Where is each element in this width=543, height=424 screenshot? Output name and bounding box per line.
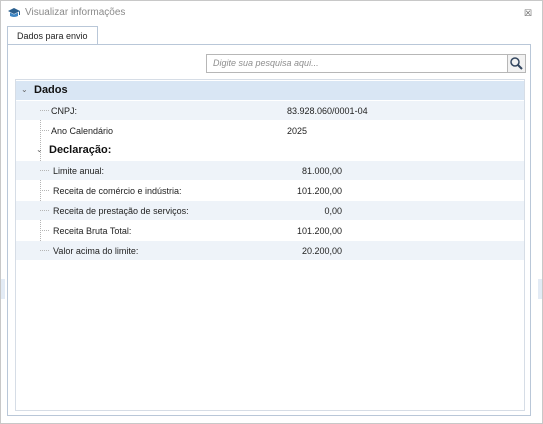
tree-group-dados[interactable]: ⌄ Dados <box>16 81 524 100</box>
row-label: Valor acima do limite: <box>53 246 139 256</box>
tree-branch <box>40 110 49 111</box>
tab-dados-para-envio[interactable]: Dados para envio <box>7 26 98 45</box>
tree-branch <box>40 130 49 131</box>
window-title: Visualizar informações <box>25 7 126 18</box>
app-icon <box>7 6 21 20</box>
tree-branch <box>40 230 49 231</box>
tree-row-receita-servicos[interactable]: Receita de prestação de serviços: 0,00 <box>16 201 524 220</box>
row-label: Ano Calendário <box>51 126 114 136</box>
tree-row-cnpj[interactable]: CNPJ: 83.928.060/0001-04 <box>16 101 524 120</box>
tree-branch <box>40 170 49 171</box>
search-icon <box>510 57 523 70</box>
tree-row-valor-acima-limite[interactable]: Valor acima do limite: 20.200,00 <box>16 241 524 260</box>
row-label: Receita de prestação de serviços: <box>53 206 189 216</box>
tab-panel: ⌄ Dados CNPJ: 83.928.060/0001-04 Ano Cal… <box>7 44 531 416</box>
row-label: Receita de comércio e indústria: <box>53 186 182 196</box>
row-value: 83.928.060/0001-04 <box>287 106 368 116</box>
right-edge-marker <box>538 279 542 299</box>
row-value: 2025 <box>287 126 308 136</box>
tree-row-ano-calendario[interactable]: Ano Calendário 2025 <box>16 121 524 140</box>
dialog-window: Visualizar informações ☒ Dados para envi… <box>0 0 543 424</box>
search-field[interactable] <box>206 54 508 73</box>
row-label: Limite anual: <box>53 166 105 176</box>
close-icon[interactable]: ☒ <box>522 7 534 19</box>
row-label: Receita Bruta Total: <box>53 226 132 236</box>
search-button[interactable] <box>507 54 526 73</box>
tree-branch <box>40 250 49 251</box>
data-tree: ⌄ Dados CNPJ: 83.928.060/0001-04 Ano Cal… <box>15 79 525 411</box>
row-value: 101.200,00 <box>296 186 342 196</box>
tree-branch <box>40 190 49 191</box>
row-value: 20.200,00 <box>301 246 342 256</box>
row-value: 101.200,00 <box>296 226 342 236</box>
tree-row-limite-anual[interactable]: Limite anual: 81.000,00 <box>16 161 524 180</box>
search-input[interactable] <box>207 55 503 70</box>
row-value: 81.000,00 <box>301 166 342 176</box>
title-bar: Visualizar informações ☒ <box>1 1 542 25</box>
tree-branch <box>40 210 49 211</box>
chevron-down-icon[interactable]: ⌄ <box>36 145 43 154</box>
row-value: 0,00 <box>324 206 342 216</box>
group-label-declaracao: Declaração: <box>49 144 112 156</box>
chevron-down-icon[interactable]: ⌄ <box>21 85 28 94</box>
left-edge-marker <box>1 279 5 299</box>
tree-row-receita-bruta-total[interactable]: Receita Bruta Total: 101.200,00 <box>16 221 524 240</box>
tree-group-declaracao[interactable]: ⌄ Declaração: <box>16 141 524 160</box>
row-label: CNPJ: <box>51 106 78 116</box>
tree-row-receita-comercio[interactable]: Receita de comércio e indústria: 101.200… <box>16 181 524 200</box>
group-label-dados: Dados <box>34 84 68 96</box>
